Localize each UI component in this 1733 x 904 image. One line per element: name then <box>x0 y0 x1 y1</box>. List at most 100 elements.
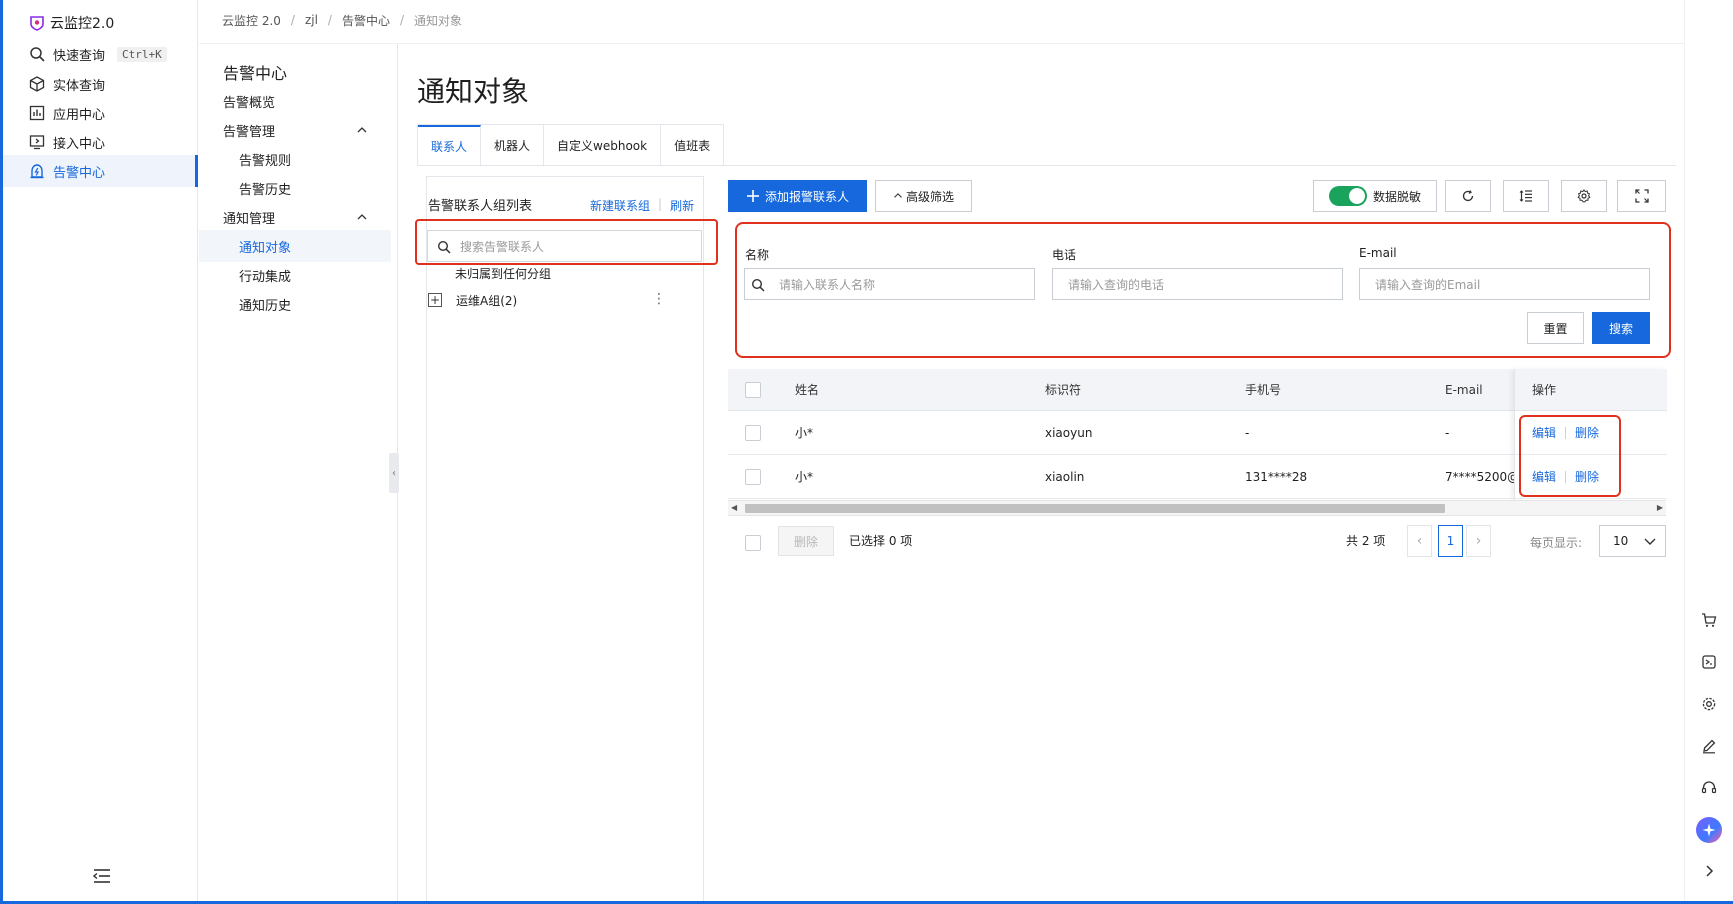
snav-item-alarm-overview[interactable]: 告警概览 <box>199 85 391 117</box>
chart-icon <box>29 105 45 121</box>
plus-icon <box>746 190 759 202</box>
snav-item-alarm-history[interactable]: 告警历史 <box>199 172 391 204</box>
breadcrumb-current: 通知对象 <box>414 13 463 28</box>
footer-select-all-checkbox[interactable] <box>745 535 761 551</box>
cell-email: 7****5200@q <box>1445 469 1515 484</box>
scrollbar-thumb[interactable] <box>745 504 1445 513</box>
ai-assistant-button[interactable] <box>1696 817 1722 843</box>
prev-page-button[interactable]: ‹ <box>1407 525 1432 557</box>
snav-item-label: 通知对象 <box>239 240 292 256</box>
gnav-item-label: 应用中心 <box>53 107 106 123</box>
tree-item-ungrouped[interactable]: 未归属到任何分组 <box>426 261 702 285</box>
tab-robots[interactable]: 机器人 <box>481 125 545 165</box>
column-header-identifier[interactable]: 标识符 <box>1045 369 1081 410</box>
tab-duty-schedule[interactable]: 值班表 <box>661 125 724 165</box>
cell-email: - <box>1445 425 1450 440</box>
app-name: 云监控2.0 <box>50 16 115 32</box>
new-contact-group-link[interactable]: 新建联系组 <box>590 197 650 214</box>
data-masking-toggle[interactable]: 数据脱敏 <box>1313 180 1437 212</box>
add-alarm-contact-button[interactable]: 添加报警联系人 <box>728 180 867 212</box>
collapse-menu-icon[interactable] <box>93 868 111 884</box>
refresh-link[interactable]: 刷新 <box>670 197 694 214</box>
support-rail-button[interactable] <box>1697 776 1721 800</box>
column-header-phone[interactable]: 手机号 <box>1245 369 1281 410</box>
snav-item-notify-history[interactable]: 通知历史 <box>199 288 391 320</box>
tab-contacts[interactable]: 联系人 <box>418 125 482 165</box>
column-header-email[interactable]: E-mail <box>1445 369 1483 410</box>
snav-group-notify-management[interactable]: 通知管理 <box>199 201 391 233</box>
breadcrumb-separator: / <box>327 13 332 27</box>
scroll-left-icon[interactable]: ◀ <box>731 503 737 512</box>
bulk-delete-button[interactable]: 删除 <box>778 526 834 556</box>
page-size-select[interactable]: 10 <box>1599 525 1666 557</box>
column-header-name[interactable]: 姓名 <box>795 369 819 410</box>
snav-item-alarm-rules[interactable]: 告警规则 <box>199 143 391 175</box>
toggle-switch[interactable] <box>1328 186 1367 206</box>
settings-button[interactable] <box>1561 180 1607 212</box>
column-density-button[interactable] <box>1503 180 1549 212</box>
api-button[interactable] <box>1697 650 1721 674</box>
gnav-item-app-center[interactable]: 应用中心 <box>3 97 198 129</box>
tree-item-group[interactable]: + 运维A组(2) ⋮ <box>426 288 702 312</box>
fullscreen-button[interactable] <box>1617 180 1666 212</box>
cell-name: 小* <box>795 426 814 440</box>
page-number-current[interactable]: 1 <box>1438 525 1463 557</box>
headset-icon <box>1701 781 1717 794</box>
snav-item-notify-objects[interactable]: 通知对象 <box>199 230 391 262</box>
refresh-button[interactable] <box>1445 180 1491 212</box>
breadcrumb-item[interactable]: zjl <box>305 13 318 27</box>
advanced-filter-button[interactable]: 高级筛选 <box>875 180 972 212</box>
row-checkbox[interactable] <box>745 424 761 441</box>
toggle-knob <box>1348 188 1365 204</box>
more-options-icon[interactable]: ⋮ <box>652 292 666 306</box>
breadcrumb: 云监控 2.0 / zjl / 告警中心 / 通知对象 <box>222 10 462 30</box>
sparkle-icon <box>1702 823 1716 837</box>
cart-button[interactable] <box>1697 608 1721 632</box>
breadcrumb-item[interactable]: 告警中心 <box>342 12 390 29</box>
expand-rail-button[interactable] <box>1697 859 1721 883</box>
chevron-left-icon: ‹ <box>1416 533 1423 549</box>
toggle-label: 数据脱敏 <box>1372 189 1421 204</box>
snav-item-label: 行动集成 <box>239 269 292 285</box>
gnav-item-quick-search[interactable]: 快速查询 Ctrl+K <box>3 38 198 70</box>
select-all-checkbox[interactable] <box>745 381 761 398</box>
settings-rail-button[interactable] <box>1697 692 1721 716</box>
tab-custom-webhook[interactable]: 自定义webhook <box>544 125 662 165</box>
shortcut-badge: Ctrl+K <box>117 46 167 62</box>
snav-item-label: 告警概览 <box>223 95 276 111</box>
edit-rail-button[interactable] <box>1697 734 1721 758</box>
highlight-box <box>1519 415 1621 497</box>
breadcrumb-item[interactable]: 云监控 2.0 <box>222 12 281 29</box>
scroll-right-icon[interactable]: ▶ <box>1657 503 1663 512</box>
app-logo[interactable]: 云监控2.0 <box>28 12 114 34</box>
page-size-label: 每页显示: <box>1530 536 1583 550</box>
next-page-button[interactable]: › <box>1466 525 1491 557</box>
expand-icon[interactable]: + <box>428 293 442 307</box>
divider <box>199 43 1684 44</box>
gnav-item-label: 接入中心 <box>53 136 106 152</box>
gear-icon <box>1702 697 1716 711</box>
tree-item-label: 运维A组(2) <box>456 293 518 308</box>
snav-item-action-integration[interactable]: 行动集成 <box>199 259 391 291</box>
snav-item-label: 告警管理 <box>223 124 276 140</box>
search-icon <box>30 47 45 62</box>
gnav-item-alarm-center[interactable]: 告警中心 <box>3 155 198 187</box>
row-checkbox[interactable] <box>745 468 761 485</box>
chevron-up-icon <box>894 193 902 198</box>
horizontal-scrollbar[interactable]: ◀ ▶ <box>728 500 1666 516</box>
pencil-icon <box>1703 739 1716 754</box>
column-header-ops: 操作 <box>1515 369 1667 411</box>
snav-item-label: 告警历史 <box>239 182 292 198</box>
contact-group-list-title: 告警联系人组列表 <box>428 199 533 214</box>
gear-icon <box>1577 189 1591 203</box>
gnav-item-entity-query[interactable]: 实体查询 <box>3 68 198 100</box>
gnav-item-access-center[interactable]: 接入中心 <box>3 126 198 158</box>
page-size-value: 10 <box>1613 534 1629 548</box>
sidebar-collapse-handle[interactable]: ‹ <box>389 453 399 493</box>
snav-group-alarm-management[interactable]: 告警管理 <box>199 114 391 146</box>
cloud-monitor-logo-icon <box>30 16 44 31</box>
row-select-cell <box>745 411 761 454</box>
cube-icon <box>29 76 45 92</box>
section-title: 告警中心 <box>223 64 288 83</box>
right-tool-rail <box>1684 0 1733 901</box>
